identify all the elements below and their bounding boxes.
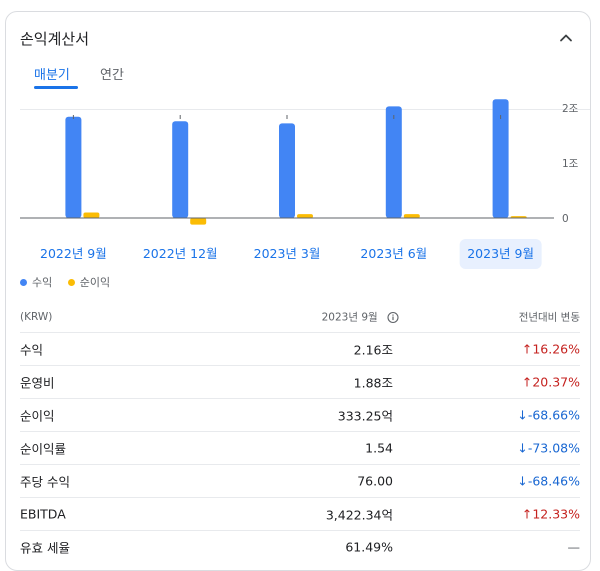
row-label: EBITDA (20, 506, 66, 522)
net-income-bar[interactable] (190, 218, 207, 225)
table-row: EBITDA 3,422.34억 ↑12.33% (20, 498, 580, 531)
row-label: 운영비 (20, 375, 55, 391)
net-income-bar[interactable] (297, 214, 313, 218)
period-button[interactable]: 2023년 6월 (352, 239, 435, 269)
period-button[interactable]: 2023년 9월 (459, 239, 542, 269)
row-change: — (567, 539, 581, 555)
net-income-bar[interactable] (83, 212, 100, 219)
table-row: 운영비 1.88조 ↑20.37% (20, 366, 580, 399)
legend-item-revenue: 수익 (20, 274, 52, 290)
period-header: 2023년 9월 (322, 310, 399, 325)
period-button[interactable]: 2022년 9월 (32, 239, 115, 269)
row-value: 2.16조 (353, 342, 393, 358)
table-row: 순이익률 1.54 ↓-73.08% (20, 432, 580, 465)
row-change: ↑16.26% (521, 341, 580, 357)
financials-table: (KRW) 2023년 9월 전년대비 변동 수익 2.16조 ↑16.26% 운영비… (20, 302, 580, 563)
row-value: 1.54 (365, 440, 393, 456)
y-tick-label: 0 (562, 213, 569, 225)
row-label: 순이익 (20, 408, 55, 424)
revenue-bar[interactable] (65, 116, 82, 218)
revenue-bar[interactable] (385, 106, 402, 218)
row-value: 61.49% (345, 539, 393, 555)
chart-legend: 수익 순이익 (20, 274, 122, 290)
row-value: 1.88조 (353, 375, 393, 391)
row-value: 333.25억 (337, 408, 393, 424)
table-row: 유효 세율 61.49% — (20, 531, 580, 563)
table-row: 수익 2.16조 ↑16.26% (20, 333, 580, 366)
row-label: 주당 수익 (20, 474, 70, 490)
row-change: ↓-73.08% (517, 440, 580, 456)
table-row: 주당 수익 76.00 ↓-68.46% (20, 465, 580, 498)
y-tick-label: 1조 (562, 158, 579, 170)
y-tick-label: 2조 (562, 103, 579, 115)
income-statement-card: 손익계산서 매분기 연간 2조 1조 0 2022년 9월 2022년 12월 2023… (5, 11, 591, 571)
yoy-change-header: 전년대비 변동 (518, 311, 580, 324)
row-label: 순이익률 (20, 441, 67, 457)
row-label: 유효 세율 (20, 540, 70, 556)
row-change: ↓-68.66% (517, 407, 580, 423)
revenue-bar[interactable] (279, 123, 295, 218)
legend-label-revenue: 수익 (32, 276, 53, 289)
row-value: 76.00 (357, 473, 393, 489)
legend-dot-revenue (20, 278, 27, 286)
row-value: 3,422.34억 (325, 507, 393, 523)
revenue-bar[interactable] (172, 121, 189, 218)
legend-dot-net-income (67, 278, 75, 286)
net-income-bar[interactable] (403, 214, 420, 218)
info-icon[interactable] (387, 311, 399, 324)
table-header-row: (KRW) 2023년 9월 전년대비 변동 (20, 302, 580, 333)
row-change: ↓-68.46% (517, 473, 580, 489)
row-label: 수익 (20, 342, 44, 358)
legend-label-net-income: 순이익 (79, 276, 111, 289)
table-row: 순이익 333.25억 ↓-68.66% (20, 399, 580, 432)
revenue-chart: 2조 1조 0 (20, 99, 579, 225)
currency-header: (KRW) (20, 311, 53, 323)
row-change: ↑20.37% (521, 374, 580, 390)
row-change: ↑12.33% (521, 506, 580, 522)
period-header-label: 2023년 9월 (321, 311, 378, 324)
legend-item-net-income: 순이익 (67, 274, 111, 290)
period-button[interactable]: 2023년 3월 (246, 239, 329, 269)
period-button[interactable]: 2022년 12월 (135, 239, 226, 269)
